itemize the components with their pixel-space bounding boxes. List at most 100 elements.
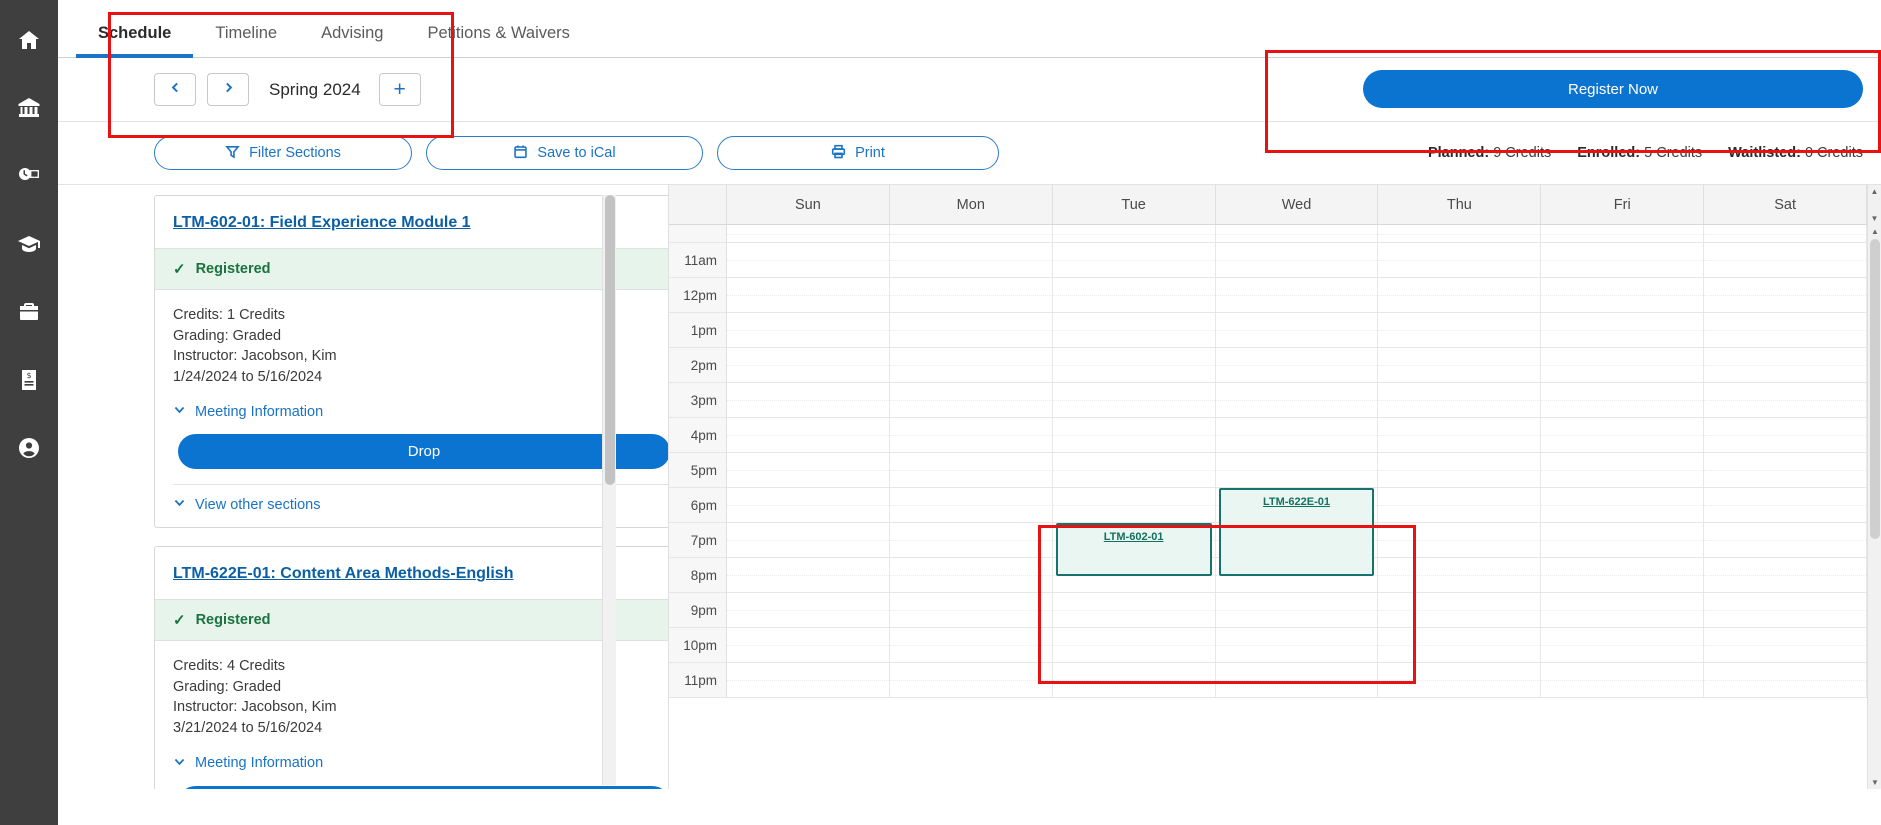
calendar-cell[interactable] bbox=[1378, 663, 1542, 697]
calendar-cell[interactable] bbox=[727, 628, 890, 662]
calendar-cell[interactable] bbox=[1052, 348, 1216, 382]
calendar-cell[interactable] bbox=[1052, 453, 1216, 487]
calendar-cell[interactable] bbox=[1541, 243, 1705, 277]
meeting-information-toggle[interactable]: Meeting Information bbox=[155, 393, 668, 424]
tab-advising[interactable]: Advising bbox=[299, 24, 405, 57]
calendar-cell[interactable] bbox=[889, 418, 1053, 452]
calendar-cell[interactable] bbox=[1215, 278, 1379, 312]
calendar-cell[interactable] bbox=[727, 278, 890, 312]
calendar-cell[interactable] bbox=[727, 313, 890, 347]
calendar-cell[interactable] bbox=[1378, 278, 1542, 312]
tab-schedule[interactable]: Schedule bbox=[76, 24, 194, 58]
previous-term-button[interactable] bbox=[154, 73, 196, 106]
calendar-cell[interactable] bbox=[1704, 663, 1868, 697]
calendar-cell[interactable] bbox=[1215, 418, 1379, 452]
course-list-scrollbar[interactable] bbox=[602, 195, 616, 785]
calendar-cell[interactable] bbox=[1052, 593, 1216, 627]
calendar-event[interactable]: LTM-622E-01 bbox=[1218, 488, 1375, 576]
calendar-scrollbar[interactable]: ▲ ▼ bbox=[1867, 225, 1881, 789]
calendar-cell[interactable] bbox=[1378, 348, 1542, 382]
scroll-up-icon[interactable]: ▲ bbox=[1871, 187, 1879, 196]
calendar-cell[interactable] bbox=[727, 593, 890, 627]
scroll-up-icon[interactable]: ▲ bbox=[1868, 225, 1881, 238]
add-term-button[interactable]: + bbox=[378, 73, 421, 106]
calendar-cell[interactable] bbox=[1378, 243, 1542, 277]
calendar-cell[interactable] bbox=[727, 225, 890, 242]
calendar-cell[interactable] bbox=[889, 488, 1053, 522]
calendar-cell[interactable] bbox=[889, 225, 1053, 242]
sidebar-item-user-account[interactable] bbox=[0, 416, 58, 484]
sidebar-item-daily-work[interactable] bbox=[0, 280, 58, 348]
calendar-cell[interactable] bbox=[1215, 243, 1379, 277]
calendar-cell[interactable] bbox=[1052, 225, 1216, 242]
calendar-cell[interactable] bbox=[1704, 488, 1868, 522]
header-scrollbar[interactable]: ▲ ▼ bbox=[1867, 185, 1881, 225]
calendar-cell[interactable] bbox=[1704, 558, 1868, 592]
calendar-cell[interactable] bbox=[1541, 225, 1705, 242]
calendar-cell[interactable] bbox=[727, 348, 890, 382]
calendar-cell[interactable] bbox=[727, 488, 890, 522]
calendar-cell[interactable] bbox=[1378, 558, 1542, 592]
calendar-cell[interactable] bbox=[1052, 663, 1216, 697]
calendar-cell[interactable] bbox=[1704, 593, 1868, 627]
sidebar-item-financial-institution[interactable] bbox=[0, 76, 58, 144]
calendar-event[interactable]: LTM-602-01 bbox=[1055, 523, 1212, 576]
calendar-cell[interactable] bbox=[1215, 313, 1379, 347]
calendar-cell[interactable] bbox=[727, 558, 890, 592]
calendar-cell[interactable] bbox=[1541, 488, 1705, 522]
calendar-cell[interactable] bbox=[889, 453, 1053, 487]
calendar-cell[interactable] bbox=[1215, 225, 1379, 242]
calendar-cell[interactable] bbox=[1052, 628, 1216, 662]
calendar-cell[interactable] bbox=[1704, 225, 1868, 242]
calendar-cell[interactable] bbox=[1541, 348, 1705, 382]
calendar-cell[interactable] bbox=[1215, 348, 1379, 382]
calendar-cell[interactable] bbox=[889, 383, 1053, 417]
calendar-cell[interactable] bbox=[1378, 383, 1542, 417]
calendar-cell[interactable] bbox=[1378, 523, 1542, 557]
calendar-cell[interactable] bbox=[1378, 313, 1542, 347]
calendar-cell[interactable] bbox=[889, 663, 1053, 697]
calendar-cell[interactable] bbox=[1052, 278, 1216, 312]
scrollbar-thumb[interactable] bbox=[605, 195, 615, 485]
calendar-cell[interactable] bbox=[1704, 383, 1868, 417]
calendar-cell[interactable] bbox=[1052, 488, 1216, 522]
calendar-cell[interactable] bbox=[727, 243, 890, 277]
calendar-cell[interactable] bbox=[1378, 593, 1542, 627]
calendar-cell[interactable] bbox=[1704, 313, 1868, 347]
register-now-button[interactable]: Register Now bbox=[1363, 70, 1863, 108]
calendar-cell[interactable] bbox=[1052, 313, 1216, 347]
calendar-cell[interactable] bbox=[1052, 243, 1216, 277]
sidebar-item-time-money[interactable]: $ bbox=[0, 144, 58, 212]
view-other-sections-toggle[interactable]: View other sections bbox=[155, 485, 668, 527]
calendar-cell[interactable] bbox=[1541, 278, 1705, 312]
calendar-cell[interactable] bbox=[1704, 243, 1868, 277]
calendar-cell[interactable] bbox=[1704, 278, 1868, 312]
calendar-cell[interactable] bbox=[727, 523, 890, 557]
calendar-cell[interactable] bbox=[889, 313, 1053, 347]
save-to-ical-button[interactable]: Save to iCal bbox=[426, 136, 703, 170]
calendar-cell[interactable] bbox=[1378, 488, 1542, 522]
calendar-cell[interactable] bbox=[1215, 593, 1379, 627]
calendar-cell[interactable] bbox=[889, 243, 1053, 277]
scrollbar-thumb[interactable] bbox=[1870, 239, 1880, 539]
drop-button[interactable]: Drop bbox=[178, 785, 668, 789]
calendar-cell[interactable] bbox=[1215, 453, 1379, 487]
calendar-cell[interactable] bbox=[1704, 418, 1868, 452]
print-button[interactable]: Print bbox=[717, 136, 999, 170]
meeting-information-toggle[interactable]: Meeting Information bbox=[155, 745, 668, 776]
calendar-cell[interactable] bbox=[1541, 523, 1705, 557]
filter-sections-button[interactable]: Filter Sections bbox=[154, 136, 412, 170]
tab-timeline[interactable]: Timeline bbox=[193, 24, 299, 57]
calendar-cell[interactable] bbox=[1541, 418, 1705, 452]
course-title-link[interactable]: LTM-622E-01: Content Area Methods-Englis… bbox=[155, 547, 668, 599]
calendar-cell[interactable] bbox=[1541, 453, 1705, 487]
next-term-button[interactable] bbox=[207, 73, 249, 106]
calendar-cell[interactable] bbox=[889, 558, 1053, 592]
calendar-cell[interactable] bbox=[1704, 348, 1868, 382]
calendar-cell[interactable] bbox=[1541, 383, 1705, 417]
calendar-cell[interactable] bbox=[727, 418, 890, 452]
sidebar-item-home[interactable] bbox=[0, 8, 58, 76]
scroll-down-icon[interactable]: ▼ bbox=[1868, 776, 1881, 789]
calendar-cell[interactable] bbox=[1215, 628, 1379, 662]
calendar-cell[interactable] bbox=[1541, 313, 1705, 347]
